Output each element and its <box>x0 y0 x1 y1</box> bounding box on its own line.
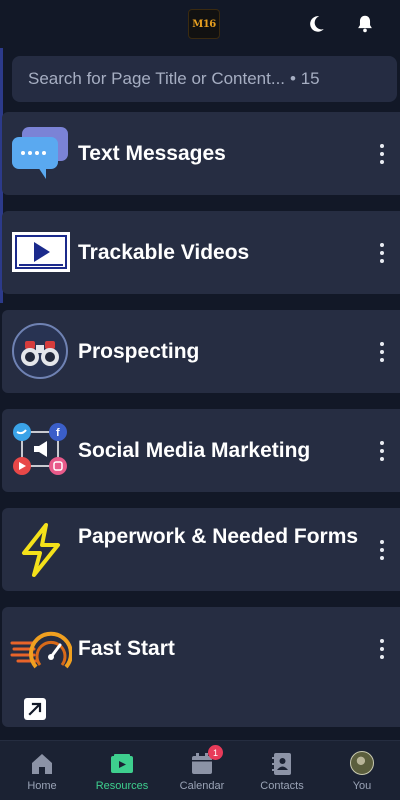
more-options-icon[interactable] <box>378 243 386 263</box>
search-count: • 15 <box>290 69 320 88</box>
resource-card-fast-start[interactable]: Fast Start <box>2 607 400 727</box>
card-title: Fast Start <box>78 637 175 660</box>
resource-card-prospecting[interactable]: Prospecting <box>2 310 400 393</box>
tab-label: Contacts <box>260 780 304 792</box>
card-title: Trackable Videos <box>78 241 250 264</box>
calendar-icon: 1 <box>189 745 223 777</box>
tab-label: Resources <box>95 780 149 792</box>
search-placeholder: Search for Page Title or Content... <box>28 69 286 88</box>
card-title: Prospecting <box>78 340 200 363</box>
card-title: Social Media Marketing <box>78 439 311 462</box>
moon-icon[interactable] <box>305 13 327 35</box>
resources-list: Search for Page Title or Content... • 15… <box>0 48 400 740</box>
card-title: Text Messages <box>78 142 226 165</box>
contacts-icon <box>272 753 291 775</box>
top-bar: M16 <box>0 0 400 48</box>
tab-contacts[interactable]: Contacts <box>242 741 322 800</box>
more-options-icon[interactable] <box>378 441 386 461</box>
card-title: Paperwork & Needed Forms <box>78 525 359 548</box>
resources-icon <box>111 754 133 773</box>
tab-label: Home <box>27 780 57 792</box>
tab-home[interactable]: Home <box>2 741 82 800</box>
chat-bubbles-icon <box>10 123 72 183</box>
binoculars-icon <box>10 321 72 381</box>
tab-you[interactable]: You <box>322 741 400 800</box>
avatar-wrap <box>349 751 375 777</box>
more-options-icon[interactable] <box>378 639 386 659</box>
bottom-tab-bar: Home Resources 1 Calendar Contacts You <box>0 740 400 800</box>
tab-label: You <box>352 780 372 792</box>
app-logo[interactable]: M16 <box>188 9 220 39</box>
more-options-icon[interactable] <box>378 540 386 560</box>
lightning-icon <box>10 519 72 579</box>
notification-badge: 1 <box>208 745 223 760</box>
tab-resources[interactable]: Resources <box>82 741 162 800</box>
more-options-icon[interactable] <box>378 342 386 362</box>
speedometer-icon <box>10 617 72 677</box>
social-network-icon: f <box>10 420 72 480</box>
video-play-icon <box>10 222 72 282</box>
svg-text:f: f <box>56 427 60 439</box>
resource-card-text-messages[interactable]: Text Messages <box>2 112 400 195</box>
more-options-icon[interactable] <box>378 144 386 164</box>
resource-card-trackable-videos[interactable]: Trackable Videos <box>2 211 400 294</box>
search-input[interactable]: Search for Page Title or Content... • 15 <box>12 56 397 102</box>
resource-card-social-media-marketing[interactable]: f Social Media Marketing <box>2 409 400 492</box>
tab-calendar[interactable]: 1 Calendar <box>162 741 242 800</box>
resource-card-paperwork[interactable]: Paperwork & Needed Forms <box>2 508 400 591</box>
home-icon <box>32 754 52 774</box>
external-link-icon[interactable] <box>24 698 46 720</box>
bell-icon[interactable] <box>354 13 376 35</box>
tab-label: Calendar <box>179 780 225 792</box>
avatar <box>350 751 374 775</box>
